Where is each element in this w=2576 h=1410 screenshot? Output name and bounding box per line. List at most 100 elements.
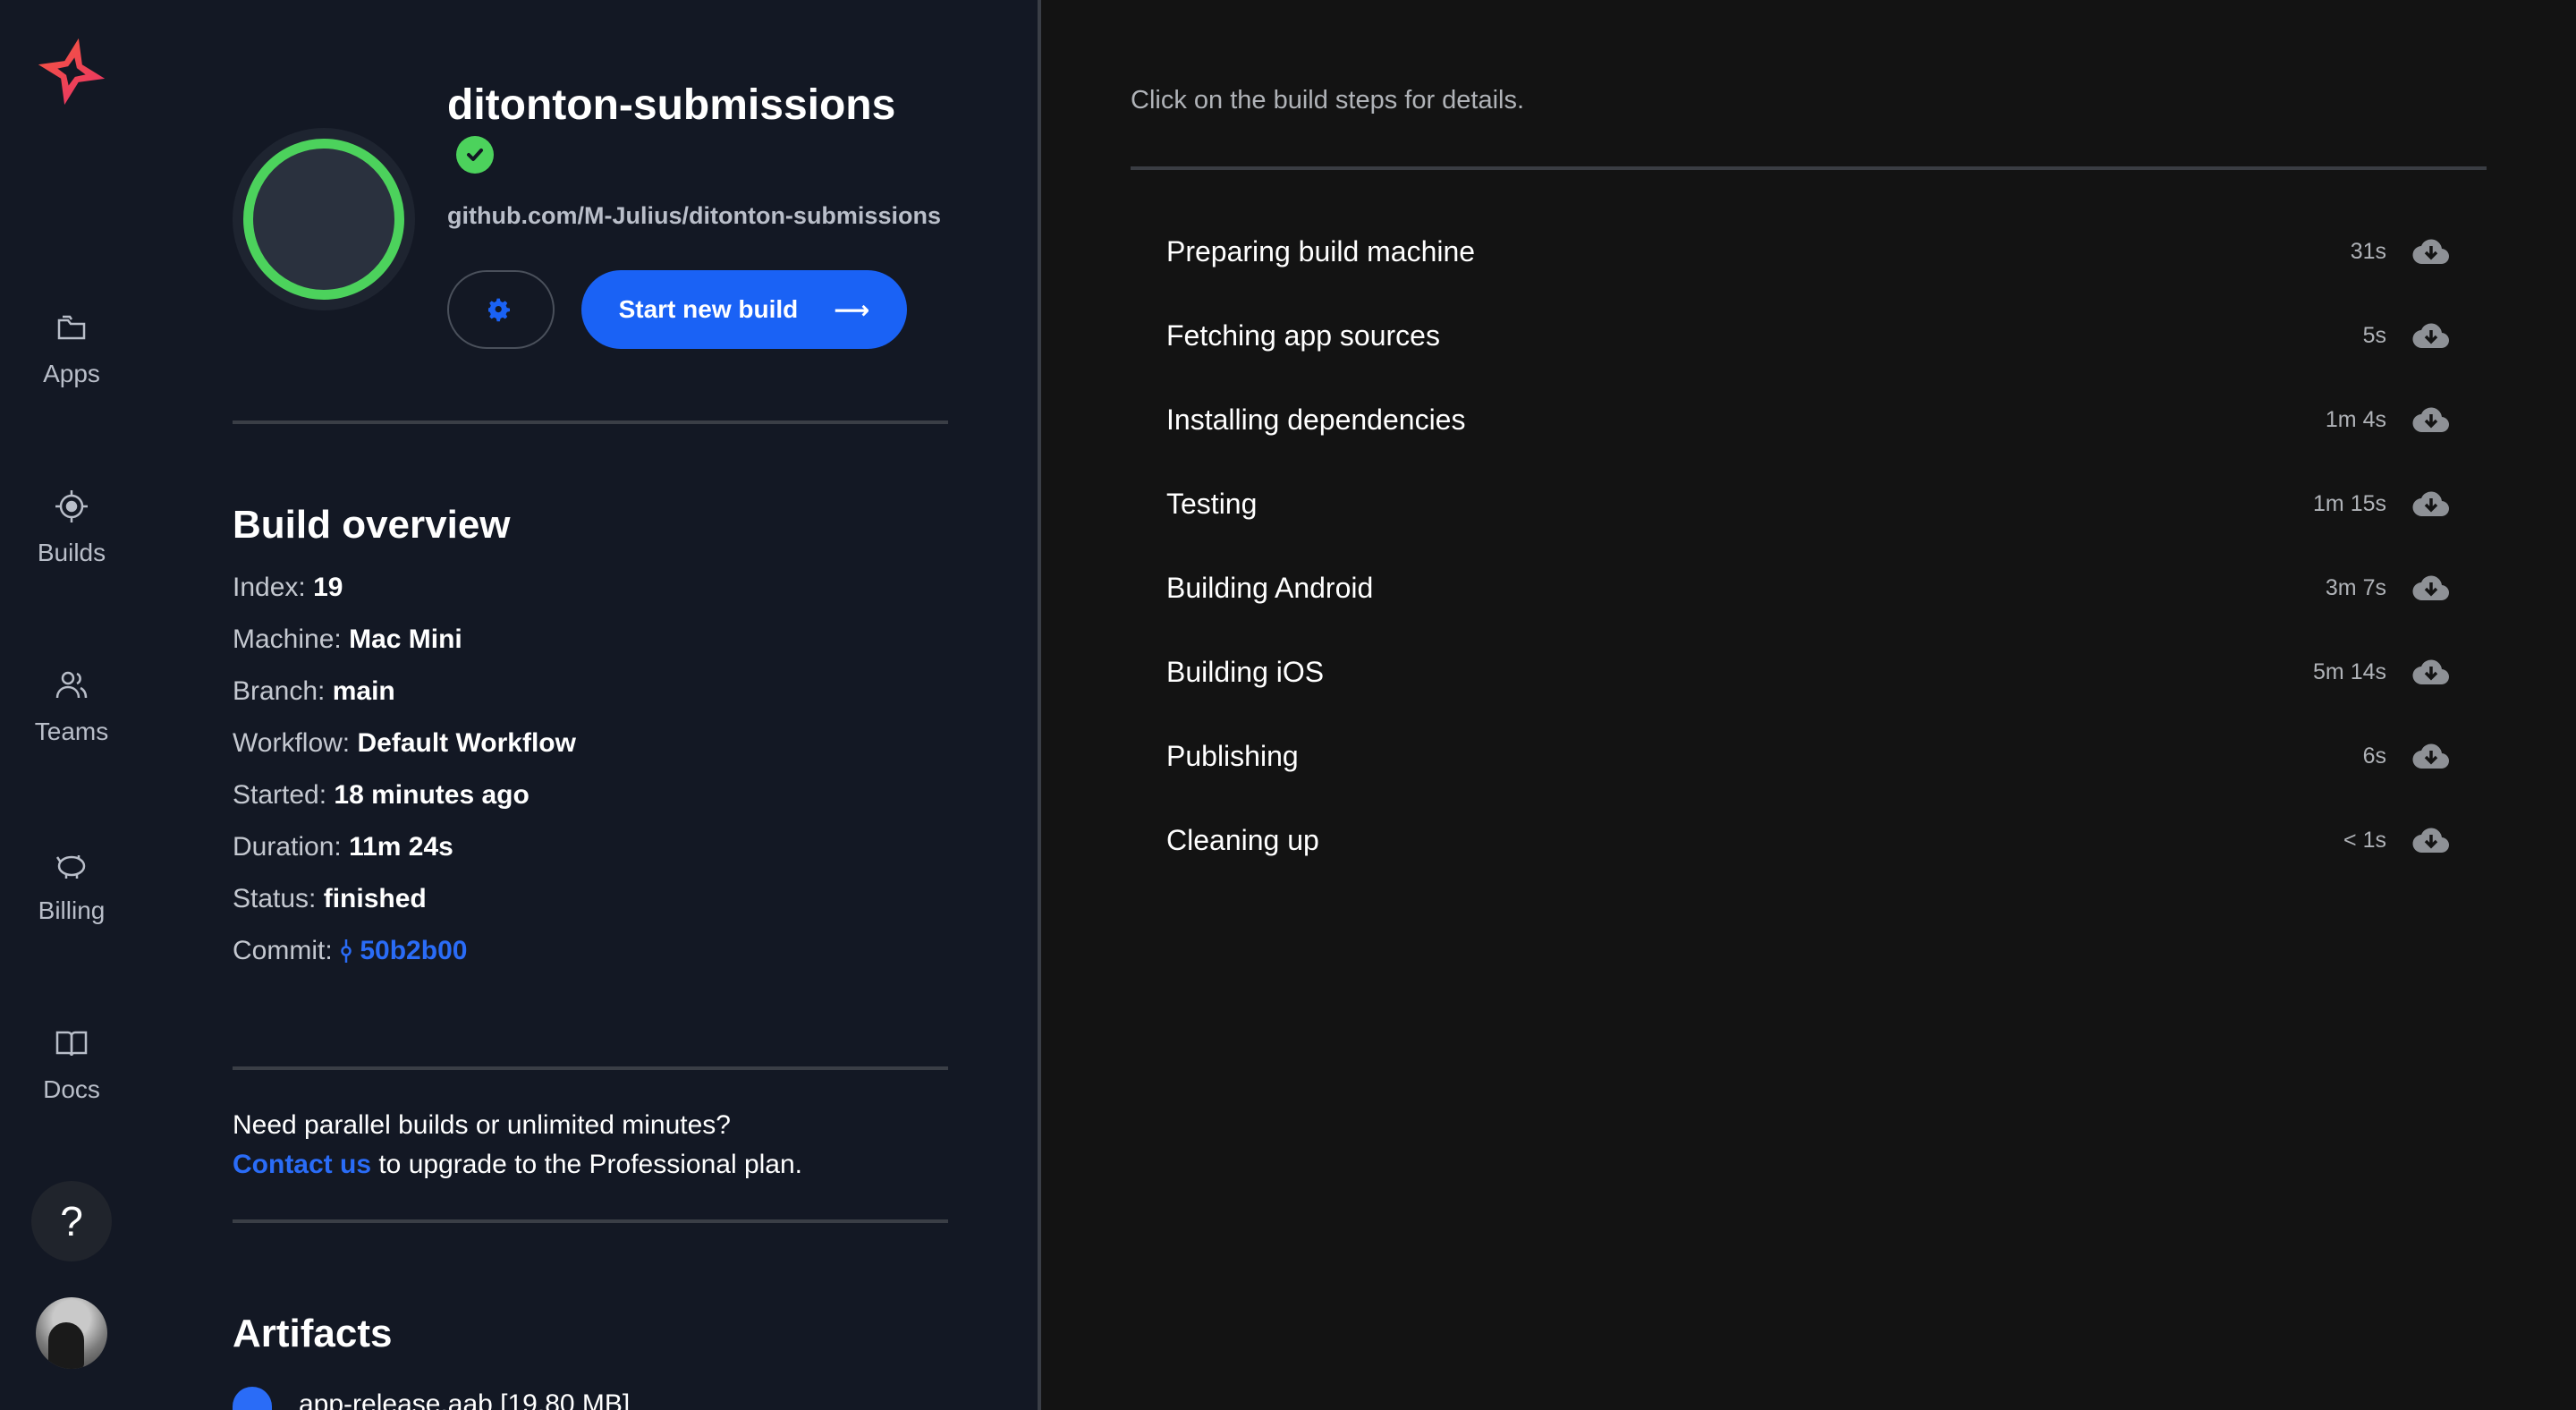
overview-value: Default Workflow	[357, 728, 576, 758]
divider	[233, 420, 948, 424]
cloud-download-icon[interactable]	[2411, 234, 2451, 269]
upgrade-promo: Need parallel builds or unlimited minute…	[233, 1106, 802, 1185]
codemagic-logo-icon[interactable]	[36, 36, 107, 107]
overview-row-started: Started: 18 minutes ago	[233, 780, 576, 832]
overview-value: 19	[313, 573, 343, 602]
step-meta: 1m 15s	[2313, 486, 2451, 522]
divider	[233, 1219, 948, 1223]
user-avatar[interactable]	[36, 1297, 107, 1369]
divider	[233, 1066, 948, 1070]
build-overview-list: Index: 19 Machine: Mac Mini Branch: main…	[233, 573, 576, 988]
cloud-download-icon[interactable]	[2411, 738, 2451, 774]
overview-value: 18 minutes ago	[334, 780, 530, 810]
sidebar-nav: Apps Builds Teams Billing Docs ?	[0, 0, 143, 1410]
build-overview-title: Build overview	[233, 503, 511, 547]
step-meta: < 1s	[2343, 822, 2451, 858]
overview-row-commit: Commit: 50b2b00	[233, 936, 576, 988]
build-step[interactable]: Publishing 6s	[1131, 714, 2487, 798]
cloud-download-icon[interactable]	[2411, 486, 2451, 522]
promo-text-2: Contact us to upgrade to the Professiona…	[233, 1145, 802, 1185]
contact-us-link[interactable]: Contact us	[233, 1150, 371, 1179]
step-duration: < 1s	[2343, 827, 2386, 853]
avatar-silhouette	[48, 1322, 84, 1369]
promo-suffix: to upgrade to the Professional plan.	[371, 1150, 803, 1179]
build-step[interactable]: Installing dependencies 1m 4s	[1131, 378, 2487, 462]
step-name: Preparing build machine	[1166, 234, 1476, 268]
arrow-right-icon: ⟶	[834, 295, 870, 324]
artifact-name: app-release.aab [19.80 MB]	[299, 1389, 631, 1410]
cloud-download-icon[interactable]	[2411, 402, 2451, 437]
build-step[interactable]: Testing 1m 15s	[1131, 462, 2487, 546]
build-status-ring	[243, 139, 404, 300]
build-steps-hint: Click on the build steps for details.	[1131, 86, 1525, 115]
overview-row-duration: Duration: 11m 24s	[233, 832, 576, 884]
step-duration: 5s	[2362, 322, 2386, 348]
overview-label: Machine:	[233, 624, 342, 654]
sidebar-item-teams[interactable]: Teams	[0, 666, 143, 773]
sidebar-item-label: Docs	[43, 1075, 100, 1103]
start-new-build-button[interactable]: Start new build ⟶	[581, 270, 907, 349]
overview-value: 11m 24s	[349, 832, 453, 862]
checkmark-icon	[456, 136, 494, 174]
step-meta: 5m 14s	[2313, 654, 2451, 690]
build-step[interactable]: Fetching app sources 5s	[1131, 293, 2487, 378]
billing-icon	[55, 855, 86, 879]
app-icon	[233, 128, 415, 310]
teams-icon	[55, 671, 88, 699]
cloud-download-icon[interactable]	[2411, 570, 2451, 606]
step-meta: 5s	[2363, 318, 2451, 353]
step-duration: 1m 4s	[2325, 406, 2386, 432]
overview-label: Index:	[233, 573, 306, 602]
overview-label: Started:	[233, 780, 327, 810]
overview-value: main	[332, 676, 395, 706]
cloud-download-icon[interactable]	[2411, 654, 2451, 690]
step-name: Fetching app sources	[1166, 319, 1440, 352]
promo-text: Need parallel builds or unlimited minute…	[233, 1110, 731, 1140]
docs-icon	[55, 1031, 88, 1057]
start-new-build-label: Start new build	[618, 295, 799, 323]
git-commit-icon	[341, 939, 352, 963]
overview-label: Branch:	[233, 676, 326, 706]
step-meta: 6s	[2363, 738, 2451, 774]
divider	[1131, 166, 2487, 170]
sidebar-item-builds[interactable]: Builds	[0, 487, 143, 594]
step-meta: 3m 7s	[2326, 570, 2451, 606]
build-step[interactable]: Building Android 3m 7s	[1131, 546, 2487, 630]
sidebar-item-apps[interactable]: Apps	[0, 308, 143, 415]
artifact-item[interactable]: app-release.aab [19.80 MB]	[233, 1387, 630, 1410]
sidebar-item-billing[interactable]: Billing	[0, 845, 143, 952]
app-settings-button[interactable]	[447, 270, 555, 349]
build-steps-list: Preparing build machine 31s Fetching app…	[1131, 209, 2487, 882]
builds-icon	[55, 490, 88, 522]
build-details-panel: ditonton-submissions github.com/M-Julius…	[143, 0, 1038, 1410]
overview-row-machine: Machine: Mac Mini	[233, 624, 576, 676]
build-step[interactable]: Building iOS 5m 14s	[1131, 630, 2487, 714]
cloud-download-icon[interactable]	[2411, 318, 2451, 353]
build-step[interactable]: Cleaning up < 1s	[1131, 798, 2487, 882]
step-meta: 31s	[2351, 234, 2451, 269]
build-step[interactable]: Preparing build machine 31s	[1131, 209, 2487, 293]
overview-label: Duration:	[233, 832, 342, 862]
overview-label: Commit:	[233, 936, 333, 965]
help-button[interactable]: ?	[31, 1181, 112, 1261]
overview-row-workflow: Workflow: Default Workflow	[233, 728, 576, 780]
step-name: Installing dependencies	[1166, 403, 1466, 436]
cloud-download-icon[interactable]	[2411, 822, 2451, 858]
repository-link[interactable]: github.com/M-Julius/ditonton-submissions	[447, 202, 941, 230]
step-duration: 31s	[2350, 238, 2386, 264]
app-root: Apps Builds Teams Billing Docs ? ditonto…	[0, 0, 2576, 1410]
android-icon	[233, 1387, 272, 1410]
overview-row-index: Index: 19	[233, 573, 576, 624]
gear-icon	[488, 298, 511, 322]
overview-value: Mac Mini	[349, 624, 462, 654]
sidebar-item-label: Apps	[43, 360, 100, 387]
step-name: Building Android	[1166, 571, 1374, 604]
step-duration: 1m 15s	[2313, 490, 2386, 516]
step-duration: 6s	[2362, 743, 2386, 769]
sidebar-item-docs[interactable]: Docs	[0, 1024, 143, 1131]
app-name: ditonton-submissions	[447, 81, 896, 129]
step-meta: 1m 4s	[2326, 402, 2451, 437]
apps-icon	[57, 315, 86, 340]
commit-link[interactable]: 50b2b00	[340, 936, 467, 965]
step-duration: 3m 7s	[2325, 574, 2386, 600]
